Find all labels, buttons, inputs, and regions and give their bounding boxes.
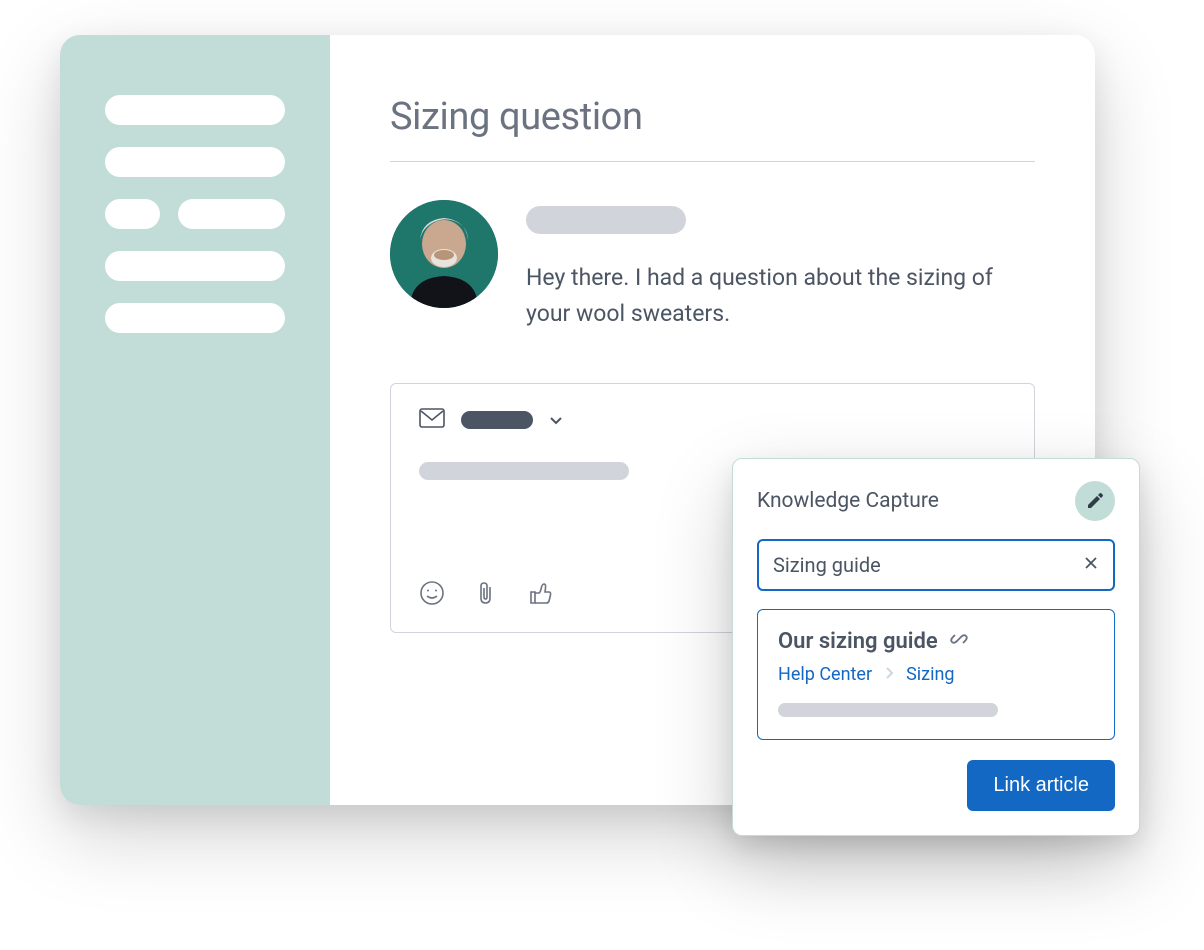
knowledge-capture-panel: Knowledge Capture Sizing guide Our sizin… (732, 458, 1140, 836)
thumbs-up-icon[interactable] (527, 580, 553, 610)
reply-placeholder (419, 462, 629, 480)
kc-result-card[interactable]: Our sizing guide Help Center Sizing (757, 609, 1115, 740)
sidebar-item[interactable] (105, 95, 285, 125)
customer-message: Hey there. I had a question about the si… (390, 200, 1035, 331)
kc-result-excerpt-placeholder (778, 703, 998, 717)
sidebar-item[interactable] (105, 251, 285, 281)
sidebar-item[interactable] (105, 147, 285, 177)
kc-search-value: Sizing guide (773, 553, 881, 577)
attachment-icon[interactable] (475, 580, 497, 610)
customer-name-placeholder (526, 206, 686, 234)
link-icon[interactable] (948, 628, 970, 654)
chevron-right-icon (884, 664, 894, 685)
sidebar (60, 35, 330, 805)
kc-breadcrumb: Help Center Sizing (778, 664, 1094, 685)
ticket-title: Sizing question (390, 95, 1035, 139)
sidebar-item[interactable] (178, 199, 285, 229)
message-text: Hey there. I had a question about the si… (526, 260, 1035, 331)
close-icon[interactable] (1083, 555, 1099, 575)
chevron-down-icon[interactable] (549, 411, 563, 430)
sidebar-item[interactable] (105, 199, 160, 229)
kc-result-title: Our sizing guide (778, 629, 938, 654)
divider (390, 161, 1035, 162)
edit-button[interactable] (1075, 481, 1115, 521)
avatar[interactable] (390, 200, 498, 308)
kc-search-input[interactable]: Sizing guide (757, 539, 1115, 591)
emoji-icon[interactable] (419, 580, 445, 610)
reply-type-selector[interactable] (461, 411, 533, 429)
sidebar-item[interactable] (105, 303, 285, 333)
breadcrumb-leaf[interactable]: Sizing (906, 664, 954, 685)
knowledge-capture-title: Knowledge Capture (757, 489, 939, 513)
mail-icon (419, 408, 445, 432)
link-article-button[interactable]: Link article (967, 760, 1115, 811)
breadcrumb-root[interactable]: Help Center (778, 664, 872, 685)
